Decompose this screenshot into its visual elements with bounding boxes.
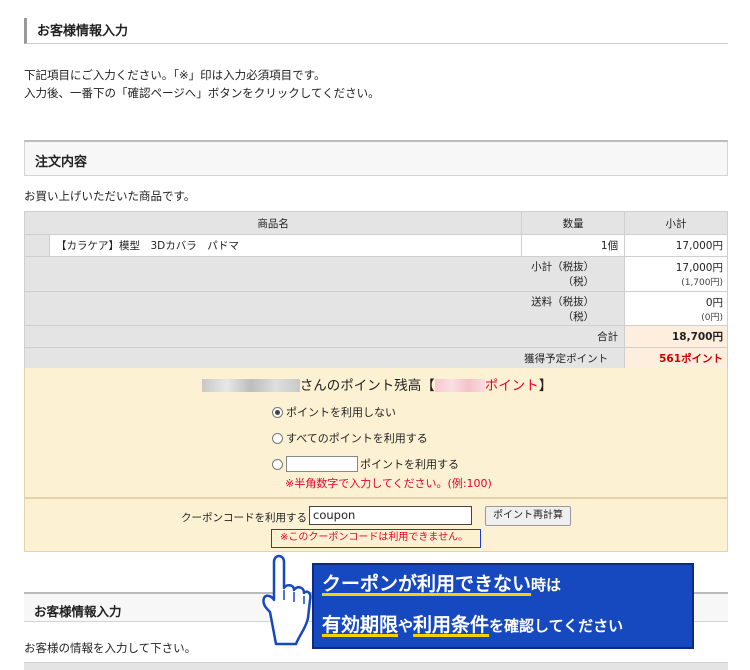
callout-line-2: 有効期限や利用条件を確認してください	[322, 610, 623, 637]
points-word: ポイント	[484, 378, 539, 394]
order-heading: 注文内容	[35, 155, 88, 170]
points-label: 獲得予定ポイント	[23, 347, 626, 370]
product-subtotal: 17,000円	[624, 234, 728, 257]
points-panel: さんのポイント残高【 ポイント】 ポイントを利用しない すべてのポイントを利用する…	[24, 368, 728, 498]
coupon-error-message: ※このクーポンコードは利用できません。	[271, 529, 481, 548]
page-heading: お客様情報入力	[24, 18, 728, 44]
shipping-value: 0円	[705, 296, 723, 309]
shipping-label: 送料（税抜）	[531, 295, 595, 308]
coupon-panel: クーポンコードを利用する coupon ポイント再計算 ※このクーポンコードは利…	[24, 498, 728, 552]
col-product: 商品名	[23, 211, 523, 235]
intro-line-1: 下記項目にご入力ください。「※」印は入力必須項目です。	[24, 68, 326, 82]
shipping-tax-value: (0円)	[701, 312, 723, 323]
radio-some-points[interactable]: ポイントを利用する	[272, 456, 459, 472]
col-subtotal: 小計	[624, 211, 728, 235]
callout-line-1: クーポンが利用できない時は	[322, 569, 561, 596]
table-row: 【カラケア】模型 3Dカバラ パドマ 1個 17,000円	[24, 234, 728, 257]
subtotal-row: 小計（税抜） （税） 17,000円 (1,700円)	[23, 256, 728, 292]
points-amount-input[interactable]	[286, 456, 358, 472]
callout-tail: 時は	[531, 576, 562, 594]
intro-text: 下記項目にご入力ください。「※」印は入力必須項目です。 入力後、一番下の「確認ペ…	[24, 66, 724, 102]
callout-main: クーポンが利用できない	[322, 573, 532, 595]
coupon-label: クーポンコードを利用する	[181, 512, 307, 524]
shipping-tax-label: （税）	[562, 310, 595, 323]
callout-conditions: 利用条件	[413, 614, 490, 636]
points-value: 561ポイント	[624, 347, 728, 370]
radio-all-points-label: すべてのポイントを利用する	[286, 432, 428, 445]
radio-some-points-label: ポイントを利用する	[360, 458, 459, 471]
points-warning: ※半角数字で入力してください。(例:100)	[285, 477, 492, 490]
callout-confirm: を確認してください	[489, 617, 624, 635]
customer-lead: お客様の情報を入力して下さい。	[24, 641, 197, 655]
coupon-input[interactable]: coupon	[309, 506, 472, 525]
recalculate-points-button[interactable]: ポイント再計算	[485, 506, 571, 526]
order-section-heading: 注文内容	[24, 140, 728, 176]
col-qty: 数量	[521, 211, 626, 235]
radio-no-points-label: ポイントを利用しない	[286, 406, 396, 419]
callout-expiry: 有効期限	[322, 614, 399, 636]
pointing-hand-icon	[262, 554, 312, 646]
order-table-header: 商品名 数量 小計	[23, 211, 728, 235]
subtotal-label: 小計（税抜）	[531, 261, 595, 273]
radio-all-points[interactable]: すべてのポイントを利用する	[272, 430, 428, 446]
customer-heading: お客様情報入力	[34, 604, 122, 619]
coupon-help-callout: クーポンが利用できない時は 有効期限や利用条件を確認してください	[312, 563, 694, 649]
order-lead: お買い上げいただいた商品です。	[24, 189, 196, 203]
product-qty: 1個	[521, 234, 626, 257]
shipping-row: 送料（税抜） （税） 0円 (0円)	[23, 291, 728, 326]
total-label: 合計	[23, 325, 626, 348]
points-title-close: 】	[538, 378, 553, 394]
subtotal-tax-label: （税）	[562, 276, 595, 288]
points-title-suffix: さんのポイント残高【	[299, 378, 435, 394]
points-balance-title: さんのポイント残高【 ポイント】	[25, 374, 729, 394]
radio-no-points-circle[interactable]	[272, 406, 283, 418]
intro-line-2: 入力後、一番下の「確認ページへ」ボタンをクリックしてください。	[24, 86, 380, 100]
blurred-customer-name	[201, 379, 300, 392]
radio-all-points-circle[interactable]	[272, 432, 283, 444]
radio-some-points-circle[interactable]	[272, 458, 283, 470]
total-row: 合計 18,700円	[23, 325, 728, 348]
page-title: お客様情報入力	[37, 24, 129, 39]
points-row: 獲得予定ポイント 561ポイント	[23, 347, 728, 370]
subtotal-value: 17,000円	[675, 262, 723, 274]
blurred-points-balance	[434, 379, 485, 392]
product-name: 【カラケア】模型 3Dカバラ パドマ	[48, 234, 523, 257]
callout-ya: や	[398, 617, 414, 635]
total-value: 18,700円	[624, 325, 728, 348]
radio-no-points[interactable]: ポイントを利用しない	[272, 404, 396, 420]
subtotal-tax-value: (1,700円)	[681, 278, 723, 288]
order-table: 商品名 数量 小計 【カラケア】模型 3Dカバラ パドマ 1個 17,000円 …	[23, 211, 728, 370]
customer-table-top	[24, 662, 728, 670]
